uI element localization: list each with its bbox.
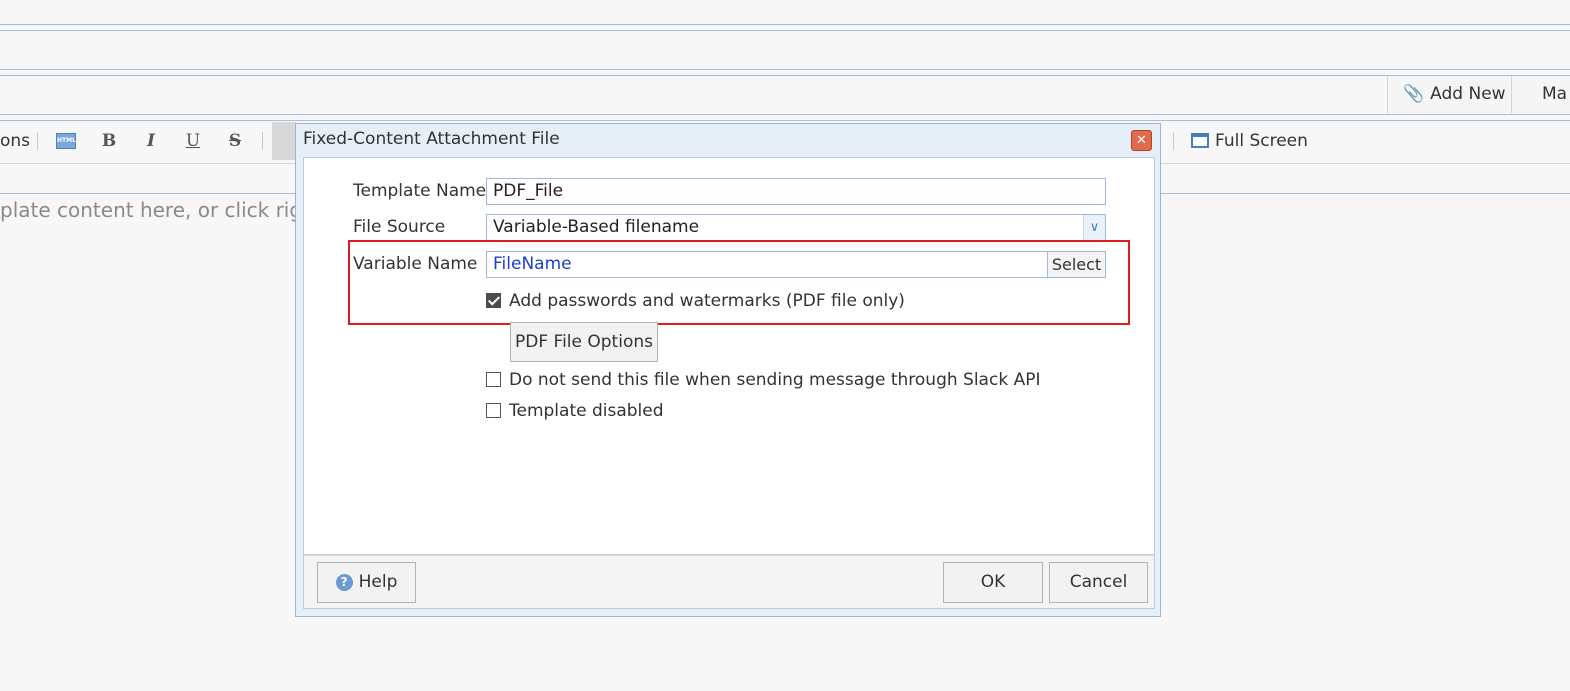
ok-button[interactable]: OK xyxy=(943,562,1043,603)
add-passwords-label: Add passwords and watermarks (PDF file o… xyxy=(509,291,905,311)
template-name-value: PDF_File xyxy=(493,181,564,201)
attachment-dialog: Fixed-Content Attachment File ✕ Template… xyxy=(295,123,1161,617)
cancel-button[interactable]: Cancel xyxy=(1049,562,1148,603)
cancel-label: Cancel xyxy=(1069,572,1128,592)
full-screen-label: Full Screen xyxy=(1215,131,1308,151)
next-header-button[interactable]: Ma xyxy=(1511,76,1570,113)
options-menu[interactable]: ons xyxy=(0,126,30,156)
close-icon[interactable]: ✕ xyxy=(1131,130,1152,151)
template-disabled-option[interactable]: Template disabled xyxy=(486,401,664,421)
chevron-down-icon[interactable]: ∨ xyxy=(1083,215,1105,240)
dialog-body: Template Name PDF_File File Source Varia… xyxy=(303,157,1155,555)
help-icon: ? xyxy=(335,574,353,591)
align-button[interactable] xyxy=(272,122,296,160)
toolbar-separator xyxy=(1173,132,1174,150)
bold-button[interactable]: B xyxy=(96,126,122,156)
next-header-label: Ma xyxy=(1542,84,1568,104)
file-source-label: File Source xyxy=(353,217,446,237)
no-slack-option[interactable]: Do not send this file when sending messa… xyxy=(486,370,1040,390)
options-label: ons xyxy=(0,131,31,151)
no-slack-label: Do not send this file when sending messa… xyxy=(509,370,1041,390)
paperclip-icon: 📎 xyxy=(1403,84,1425,104)
add-new-label: Add New xyxy=(1430,84,1506,104)
template-name-label: Template Name xyxy=(353,181,487,201)
frame-divider xyxy=(0,69,1570,70)
strikethrough-icon: S xyxy=(228,131,242,151)
window-icon xyxy=(1191,133,1209,148)
underline-icon: U xyxy=(185,131,201,151)
dialog-title: Fixed-Content Attachment File xyxy=(303,129,560,149)
full-screen-button[interactable]: Full Screen xyxy=(1191,126,1308,156)
add-passwords-option[interactable]: Add passwords and watermarks (PDF file o… xyxy=(486,291,905,311)
file-source-select[interactable]: Variable-Based filename ∨ xyxy=(486,214,1106,241)
highlight-box xyxy=(348,240,1130,325)
help-label: Help xyxy=(358,572,398,592)
no-slack-checkbox[interactable] xyxy=(486,372,501,387)
html-icon-label: HTML xyxy=(57,137,76,144)
editor-placeholder: plate content here, or click righ xyxy=(0,198,315,222)
template-disabled-checkbox[interactable] xyxy=(486,403,501,418)
add-new-button[interactable]: 📎 Add New xyxy=(1387,76,1511,113)
frame-divider xyxy=(0,75,1570,76)
help-button[interactable]: ? Help xyxy=(317,562,416,603)
toolbar-separator xyxy=(37,132,38,150)
pdf-file-options-button[interactable]: PDF File Options xyxy=(510,322,658,362)
add-passwords-checkbox[interactable] xyxy=(486,293,501,308)
frame-divider xyxy=(0,114,1570,115)
toolbar-separator xyxy=(262,132,263,150)
template-disabled-label: Template disabled xyxy=(509,401,664,421)
pdf-options-label: PDF File Options xyxy=(515,332,653,352)
bold-icon: B xyxy=(101,131,117,151)
close-glyph: ✕ xyxy=(1136,133,1147,148)
template-name-input[interactable]: PDF_File xyxy=(486,178,1106,205)
ok-label: OK xyxy=(980,572,1006,592)
html-source-icon[interactable]: HTML xyxy=(56,133,76,149)
frame-divider xyxy=(0,120,1570,121)
italic-icon: I xyxy=(147,131,155,151)
dialog-footer: ? Help OK Cancel xyxy=(303,555,1155,609)
frame-divider xyxy=(0,30,1570,31)
underline-button[interactable]: U xyxy=(180,126,206,156)
frame-divider xyxy=(0,24,1570,25)
strikethrough-button[interactable]: S xyxy=(222,126,248,156)
italic-button[interactable]: I xyxy=(138,126,164,156)
file-source-value: Variable-Based filename xyxy=(493,217,700,237)
